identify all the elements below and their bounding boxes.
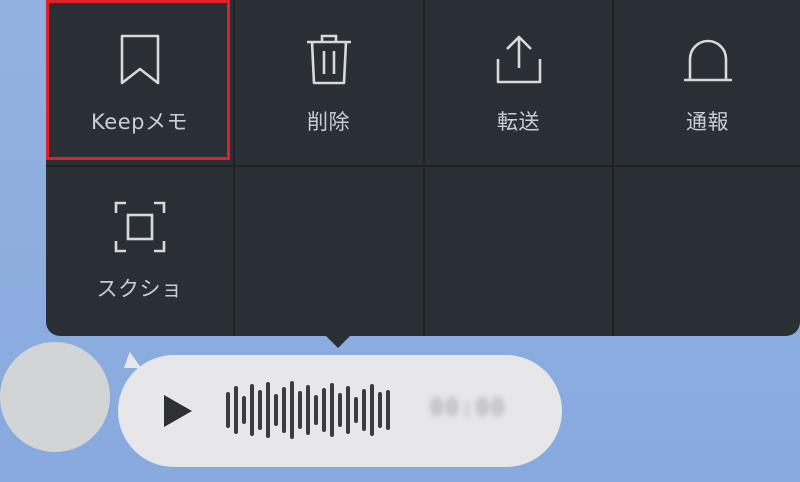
play-icon[interactable] [160,393,194,429]
menu-item-label: Keepメモ [91,110,188,134]
message-context-menu: Keepメモ 削除 転送 通報 スクショ [46,0,800,336]
waveform-bar [274,394,278,426]
waveform-bar [306,385,310,435]
waveform-bar [282,387,286,433]
waveform-bar [370,384,374,436]
menu-item-screenshot[interactable]: スクショ [46,167,233,332]
menu-item-keep-memo[interactable]: Keepメモ [46,0,233,165]
waveform-bar [386,390,390,430]
waveform-bar [314,395,318,425]
waveform-bar [362,389,366,431]
waveform-bar [298,391,302,429]
waveform-bar [266,382,270,438]
voice-duration: 00:00 [430,396,507,421]
waveform-bar [226,392,230,428]
screenshot-frame-icon [112,199,168,255]
bookmark-icon [112,32,168,88]
waveform-bar [354,397,358,423]
avatar[interactable] [0,342,110,452]
trash-icon [301,32,357,88]
audio-waveform [226,380,390,440]
menu-item-delete[interactable]: 削除 [235,0,422,165]
menu-item-report[interactable]: 通報 [614,0,800,165]
share-icon [491,32,547,88]
waveform-bar [290,381,294,439]
waveform-bar [242,396,246,424]
menu-pointer [324,334,352,348]
menu-item-label: 転送 [497,110,540,134]
waveform-bar [258,390,262,430]
waveform-bar [346,386,350,434]
waveform-bar [322,388,326,432]
waveform-bar [378,392,382,428]
menu-item-label: 削除 [307,110,350,134]
menu-item-label: スクショ [96,277,183,301]
menu-item-forward[interactable]: 転送 [425,0,612,165]
waveform-bar [234,386,238,434]
waveform-bar [250,384,254,436]
menu-item-label: 通報 [686,110,729,134]
waveform-bar [330,383,334,437]
alert-bell-icon [680,32,736,88]
waveform-bar [338,393,342,427]
